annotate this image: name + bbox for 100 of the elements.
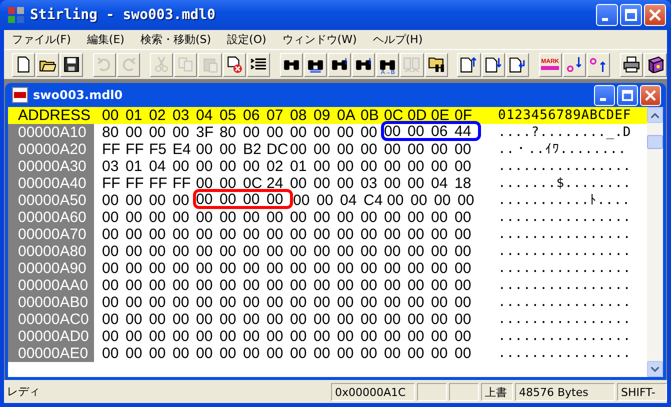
scroll-down-button[interactable]: [647, 361, 663, 377]
help-book-icon: [646, 56, 664, 73]
hex-cell-text: 00: [196, 209, 214, 226]
hex-cell-text: 00: [454, 141, 472, 158]
toolbar-button[interactable]: [328, 52, 352, 76]
hex-cell-text: 00: [243, 243, 261, 260]
toolbar-button[interactable]: [12, 52, 36, 76]
hex-cell-text: 00: [172, 345, 190, 362]
hex-cell-text: 00: [172, 124, 190, 141]
hex-cell-text: 00: [314, 294, 332, 311]
hex-cell-text: 00: [102, 328, 120, 345]
toolbar-button[interactable]: [482, 52, 505, 76]
toolbar-button[interactable]: [620, 52, 643, 76]
ascii-cell: ..・..ｲﾜ........: [498, 141, 626, 158]
hex-cell-text: 00: [196, 345, 214, 362]
address-cell: 00000AE0: [8, 345, 94, 362]
toolbar-button[interactable]: [60, 52, 84, 76]
toolbar-button[interactable]: [246, 52, 270, 76]
hex-cell-text: 00: [243, 190, 261, 208]
scroll-thumb[interactable]: [647, 135, 663, 149]
hex-cell-text: 00: [196, 226, 214, 243]
toolbar-button[interactable]: [644, 52, 668, 76]
menu-item[interactable]: ファイル(F): [4, 32, 79, 47]
document-title: swo003.mdl0: [33, 88, 123, 102]
toolbar-button[interactable]: [457, 52, 481, 76]
hex-cell-text: 03: [360, 175, 378, 192]
ascii-cell: .......$........: [498, 175, 632, 192]
hex-cell-text: 00: [243, 294, 261, 311]
column-header: 0A: [337, 107, 356, 124]
minimize-button[interactable]: [596, 4, 618, 26]
toolbar-button[interactable]: [280, 52, 303, 76]
scroll-up-button[interactable]: [647, 107, 663, 123]
hex-cell-text: 00: [337, 311, 355, 328]
hex-cell-text: 00: [266, 190, 284, 208]
hex-cell-text: 04: [149, 158, 167, 175]
hex-cell-text: 00: [172, 226, 190, 243]
toolbar-button[interactable]: [562, 52, 586, 76]
hex-cell-text: 00: [410, 192, 428, 209]
hex-cell-text: 00: [126, 124, 144, 141]
hex-cell-text: 00: [266, 277, 284, 294]
close-icon: [645, 90, 656, 100]
clipboard-icon: [202, 56, 219, 73]
hex-cell-text: 00: [196, 328, 214, 345]
hex-cell-text: 00: [408, 277, 426, 294]
toolbar-button[interactable]: [304, 52, 327, 76]
toolbar-button[interactable]: [36, 52, 60, 76]
column-header: 00: [102, 107, 120, 124]
hex-cell-text: 00: [126, 243, 144, 260]
hex-cell-text: 00: [172, 311, 190, 328]
hex-cell-text: 00: [102, 311, 120, 328]
ascii-cell: ................: [498, 311, 632, 328]
hex-cell-text: 03: [102, 158, 120, 175]
menu-item[interactable]: 設定(O): [219, 32, 274, 47]
hex-cell-text: 00: [290, 277, 308, 294]
menu-item[interactable]: ウィンドウ(W): [274, 32, 365, 47]
menu-item[interactable]: 検索・移動(S): [132, 32, 220, 47]
toolbar-button[interactable]: [424, 52, 448, 76]
hex-cell-text: 00: [408, 175, 426, 192]
menu-item[interactable]: ヘルプ(H): [364, 32, 431, 47]
hex-cell-text: 00: [314, 345, 332, 362]
mark-down-icon: [566, 56, 583, 73]
address-cell: 00000AC0: [8, 311, 94, 328]
maximize-button[interactable]: [620, 4, 642, 26]
hex-cell-text: 00: [102, 345, 120, 362]
toolbar-button[interactable]: [506, 52, 529, 76]
hex-cell-text: 00: [220, 243, 238, 260]
address-cell: 00000A40: [8, 175, 94, 192]
hex-cell-text: 00: [102, 192, 120, 209]
hex-cell-text: 00: [220, 345, 238, 362]
hex-cell-text: 00: [149, 260, 167, 277]
ascii-cell: ................: [498, 260, 632, 277]
hex-cell-text: 00: [196, 260, 214, 277]
hex-cell-text: 00: [314, 311, 332, 328]
vertical-scrollbar[interactable]: [647, 107, 663, 377]
hex-cell-text: 00: [314, 209, 332, 226]
address-cell: 00000A30: [8, 158, 94, 175]
hex-cell-text: 00: [149, 345, 167, 362]
hex-cell-text: 00: [408, 311, 426, 328]
binoculars-up-icon: [355, 56, 372, 73]
toolbar-button[interactable]: [222, 52, 246, 76]
maximize-button[interactable]: [617, 84, 638, 106]
hex-cell-text: 00: [337, 226, 355, 243]
hex-cell-text: 00: [220, 226, 238, 243]
toolbar-button[interactable]: [586, 52, 610, 76]
menu-item[interactable]: 編集(E): [78, 32, 132, 47]
hex-cell-text: 00: [266, 328, 284, 345]
hex-cell-text: 00: [126, 345, 144, 362]
column-header: 02: [149, 107, 167, 124]
hex-cell-text: 00: [196, 243, 214, 260]
hex-cell-text: 00: [102, 243, 120, 260]
close-button[interactable]: [644, 4, 666, 26]
hex-cell-text: 00: [360, 141, 378, 158]
close-button[interactable]: [640, 84, 661, 106]
hex-cell-text: 00: [360, 209, 378, 226]
hex-cell-text: 00: [337, 209, 355, 226]
hex-cell-text: 00: [431, 243, 449, 260]
minimize-button[interactable]: [594, 84, 615, 106]
hex-cell-text: 00: [290, 260, 308, 277]
hex-cell-text: 00: [337, 328, 355, 345]
toolbar-button[interactable]: [352, 52, 376, 76]
